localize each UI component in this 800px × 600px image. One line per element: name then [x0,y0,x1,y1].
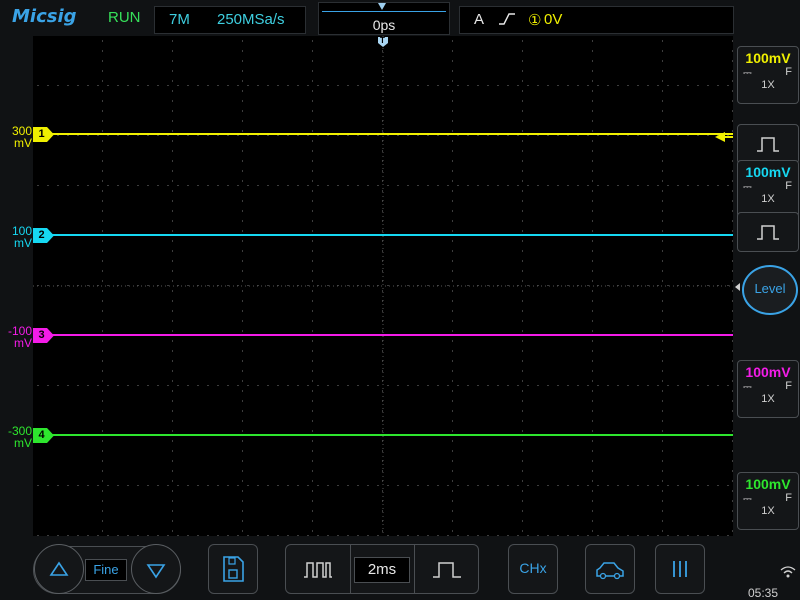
horizontal-position-box[interactable]: 0ps [318,2,450,35]
level-button-label: Level [754,281,786,296]
channel-1-offset-unit: mV [14,136,32,150]
run-stop-status[interactable]: RUN [108,9,141,26]
channel-4-offset-label: -300 mV [2,425,32,449]
record-length-bar [322,11,446,12]
channel-2-offset-unit: mV [14,236,32,250]
brand-logo: Micsig [12,6,77,27]
channel-4-number: 4 [38,429,45,441]
graticule [33,36,733,536]
memory-depth: 7M [169,11,190,28]
pulse-icon [757,225,779,240]
adjust-down-button[interactable] [131,544,181,594]
channel-1-number: 1 [38,128,45,140]
channel-3-bandwidth: F [785,380,792,392]
save-button[interactable] [208,544,258,594]
pulse-icon [757,137,779,152]
car-icon [596,562,624,580]
trigger-level: 0V [544,11,563,28]
triangle-up-icon [49,561,69,576]
channel-3-marker[interactable]: 3 [33,328,55,343]
channel-4-probe: 1X [761,505,775,517]
channel-1-marker[interactable]: 1 [33,127,55,142]
trigger-source: ① [528,12,542,29]
channel-3-volts-div: 100mV [745,364,791,380]
channel-3-probe: 1X [761,393,775,405]
bottom-toolbar: Fine 2ms CHx 05:35 [0,536,800,600]
trigger-settings[interactable]: A ① 0V [459,6,734,34]
fine-toggle[interactable]: Fine [85,559,127,581]
timebase-value[interactable]: 2ms [354,557,410,583]
channel-select-button[interactable]: CHx [508,544,558,594]
channel-1-settings[interactable]: 100mV ⎓ F 1X [737,46,799,104]
channel-2-trace [33,234,733,236]
auto-mode-button[interactable] [585,544,635,594]
timebase-decrease-button[interactable] [286,545,351,593]
triangle-down-icon [146,564,166,579]
channel-1-trace [33,133,733,135]
channel-1-offset-label: 300 mV [2,125,32,149]
channel-2-pulse-button[interactable] [737,212,799,252]
channel-1-probe: 1X [761,79,775,91]
channel-3-offset-label: -100 mV [2,325,32,349]
top-status-bar: Micsig RUN 7M 250MSa/s 0ps A ① 0V [0,0,800,36]
save-file-icon [223,556,244,582]
acquisition-settings[interactable]: 7M 250MSa/s [154,6,306,34]
level-knob-pointer-icon [735,283,740,291]
channel-3-trace [33,334,733,336]
rising-edge-icon [498,12,516,30]
channel-1-bandwidth: F [785,66,792,78]
level-button[interactable]: Level [742,265,798,315]
adjust-up-button[interactable] [34,544,84,594]
wifi-icon [779,564,797,585]
compress-pulses-icon [304,562,332,578]
waveform-display[interactable]: T 1 2 3 4 [33,36,733,536]
channel-3-number: 3 [38,329,45,341]
channel-4-volts-div: 100mV [745,476,791,492]
channel-2-bandwidth: F [785,180,792,192]
trigger-level-arrow-icon[interactable] [715,129,733,142]
channel-4-trace [33,434,733,436]
trigger-mode: A [474,11,485,28]
trigger-position-marker-icon [378,3,386,10]
channel-3-settings[interactable]: 100mV ⎓ F 1X [737,360,799,418]
menu-button[interactable] [655,544,705,594]
channel-2-marker[interactable]: 2 [33,228,55,243]
sample-rate: 250MSa/s [217,11,285,28]
system-clock: 05:35 [748,586,779,600]
menu-bars-icon [673,561,687,577]
channel-2-settings[interactable]: 100mV ⎓ F 1X [737,160,799,218]
channel-4-offset-unit: mV [14,436,32,450]
channel-4-settings[interactable]: 100mV ⎓ F 1X [737,472,799,530]
channel-4-marker[interactable]: 4 [33,428,55,443]
time-offset-value: 0ps [372,17,396,33]
channel-2-offset-label: 100 mV [2,225,32,249]
timebase-increase-button[interactable] [414,545,479,593]
channel-4-bandwidth: F [785,492,792,504]
channel-2-number: 2 [38,229,45,241]
channel-2-probe: 1X [761,193,775,205]
channel-1-volts-div: 100mV [745,50,791,66]
channel-3-offset-unit: mV [14,336,32,350]
channel-2-volts-div: 100mV [745,164,791,180]
expand-pulse-icon [433,562,461,578]
chx-label: CHx [519,560,547,576]
channel-1-pulse-button[interactable] [737,124,799,164]
